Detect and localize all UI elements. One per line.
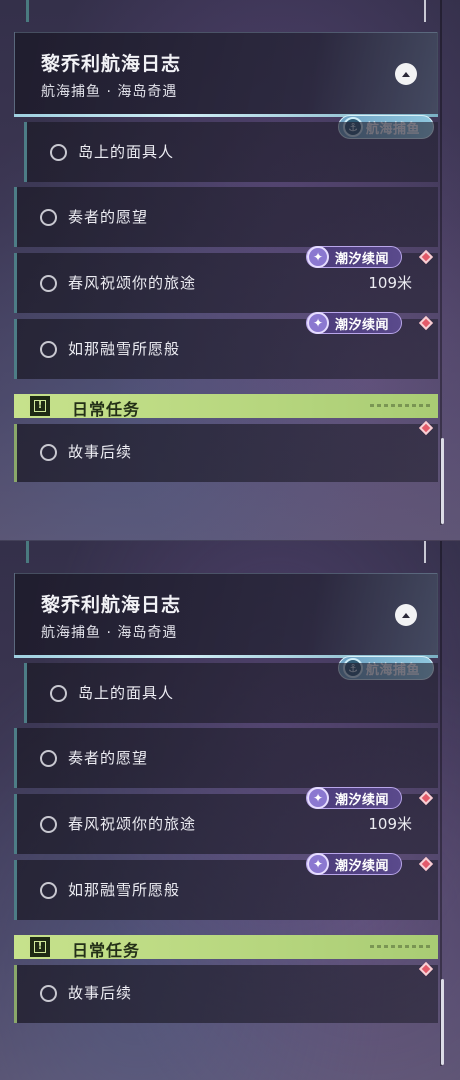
radio-icon <box>40 275 57 292</box>
quest-label: 春风祝颂你的旅途 <box>68 815 197 833</box>
quest-log-header[interactable]: 黎乔利航海日志 航海捕鱼 · 海岛奇遇 <box>14 32 438 117</box>
scrollbar-thumb[interactable] <box>441 438 444 524</box>
decoration <box>370 404 430 407</box>
divider <box>14 424 17 482</box>
quest-label: 春风祝颂你的旅途 <box>68 274 197 292</box>
quest-item[interactable]: 奏者的愿望 <box>14 187 438 247</box>
daily-section-header[interactable]: ! 日常任务 <box>14 394 438 419</box>
quest-distance: 109米 <box>368 274 412 292</box>
tide-badge-label: 潮汐续闻 <box>335 792 390 808</box>
tide-badge: ✦ 潮汐续闻 <box>306 853 402 875</box>
divider <box>26 0 29 22</box>
radio-icon <box>50 685 67 702</box>
radio-icon <box>40 985 57 1002</box>
divider <box>24 663 27 723</box>
star-icon: ✦ <box>307 312 329 334</box>
chevron-up-icon <box>402 612 410 618</box>
radio-icon <box>40 816 57 833</box>
radio-icon <box>40 444 57 461</box>
divider <box>26 541 29 563</box>
daily-section-title: 日常任务 <box>72 400 141 419</box>
quest-log-header[interactable]: 黎乔利航海日志 航海捕鱼 · 海岛奇遇 <box>14 573 438 658</box>
divider <box>14 253 17 313</box>
divider <box>424 541 426 563</box>
radio-icon <box>40 341 57 358</box>
quest-label: 故事后续 <box>68 984 133 1002</box>
radio-icon <box>40 882 57 899</box>
radio-icon <box>50 144 67 161</box>
quest-item[interactable]: 故事后续 <box>14 424 438 482</box>
quest-label: 岛上的面具人 <box>78 143 175 161</box>
tide-badge: ✦ 潮汐续闻 <box>306 787 402 809</box>
divider <box>14 794 17 854</box>
quest-log-title: 黎乔利航海日志 <box>41 53 182 75</box>
star-icon: ✦ <box>307 853 329 875</box>
divider <box>14 728 17 788</box>
daily-section-header[interactable]: ! 日常任务 <box>14 935 438 960</box>
divider <box>14 319 17 379</box>
divider <box>14 187 17 247</box>
tide-badge-label: 潮汐续闻 <box>335 251 390 267</box>
divider <box>14 965 17 1023</box>
radio-icon <box>40 209 57 226</box>
quest-distance: 109米 <box>368 815 412 833</box>
tide-badge: ✦ 潮汐续闻 <box>306 246 402 268</box>
quest-label: 岛上的面具人 <box>78 684 175 702</box>
quest-label: 如那融雪所愿般 <box>68 340 181 358</box>
quest-label: 奏者的愿望 <box>68 208 149 226</box>
quest-log-title: 黎乔利航海日志 <box>41 594 182 616</box>
quest-log-subtitle: 航海捕鱼 · 海岛奇遇 <box>41 625 178 641</box>
divider <box>424 0 426 22</box>
exclamation-icon: ! <box>30 396 50 416</box>
quest-label: 如那融雪所愿般 <box>68 881 181 899</box>
tide-badge: ✦ 潮汐续闻 <box>306 312 402 334</box>
collapse-button[interactable] <box>395 604 417 626</box>
quest-panel: 黎乔利航海日志 航海捕鱼 · 海岛奇遇 ⚓ 航海捕鱼 岛上的面具人 奏者的愿望 … <box>0 540 460 1080</box>
chevron-up-icon <box>402 71 410 77</box>
quest-item[interactable]: 岛上的面具人 <box>24 122 438 182</box>
decoration <box>370 945 430 948</box>
scrollbar-thumb[interactable] <box>441 979 444 1065</box>
quest-log-subtitle: 航海捕鱼 · 海岛奇遇 <box>41 84 178 100</box>
divider <box>14 860 17 920</box>
daily-section-title: 日常任务 <box>72 941 141 960</box>
tide-badge-label: 潮汐续闻 <box>335 858 390 874</box>
exclamation-icon: ! <box>30 937 50 957</box>
radio-icon <box>40 750 57 767</box>
quest-item[interactable]: 岛上的面具人 <box>24 663 438 723</box>
quest-item[interactable]: 故事后续 <box>14 965 438 1023</box>
quest-panel: 黎乔利航海日志 航海捕鱼 · 海岛奇遇 ⚓ 航海捕鱼 岛上的面具人 奏者的愿望 … <box>0 0 460 540</box>
quest-label: 故事后续 <box>68 443 133 461</box>
star-icon: ✦ <box>307 787 329 809</box>
divider <box>24 122 27 182</box>
quest-item[interactable]: 奏者的愿望 <box>14 728 438 788</box>
quest-label: 奏者的愿望 <box>68 749 149 767</box>
star-icon: ✦ <box>307 246 329 268</box>
collapse-button[interactable] <box>395 63 417 85</box>
tide-badge-label: 潮汐续闻 <box>335 317 390 333</box>
